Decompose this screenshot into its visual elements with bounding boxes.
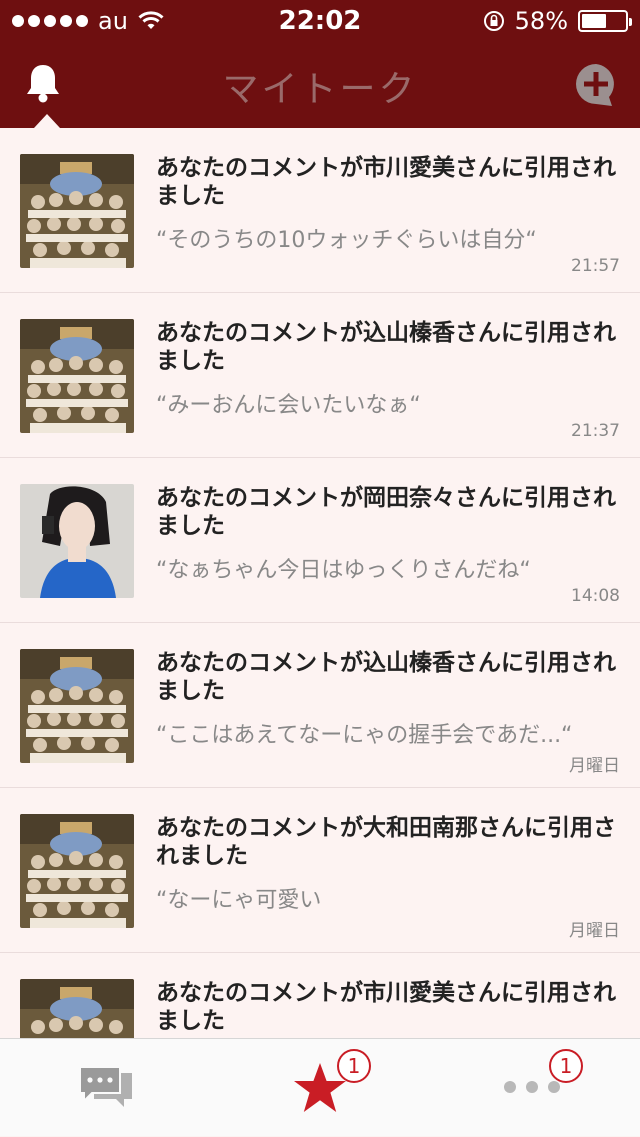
more-dots-icon <box>504 1081 560 1093</box>
notification-time: 月曜日 <box>569 756 620 776</box>
group-photo-thumbnail <box>20 154 134 268</box>
portrait-photo-thumbnail <box>20 484 134 598</box>
notification-time: 21:57 <box>571 256 620 276</box>
notification-list[interactable]: あなたのコメントが市川愛美さんに引用されました “そのうちの10ウォッチぐらいは… <box>0 128 640 1038</box>
header-bar: au 22:02 58% マイトーク <box>0 0 640 128</box>
notification-time: 21:37 <box>571 421 620 441</box>
tab-mytalk[interactable]: 1 <box>213 1039 426 1137</box>
notification-title: あなたのコメントが込山榛香さんに引用されました <box>156 650 616 704</box>
notification-time: 月曜日 <box>569 921 620 941</box>
group-photo-thumbnail <box>20 319 134 433</box>
status-bar: au 22:02 58% <box>0 0 640 40</box>
notification-quote: “なぁちゃん今日はゆっくりさんだね“ <box>156 558 531 583</box>
battery-percent: 58% <box>514 7 568 35</box>
list-item[interactable]: あなたのコメントが岡田奈々さんに引用されました “なぁちゃん今日はゆっくりさんだ… <box>0 458 640 623</box>
list-item[interactable]: あなたのコメントが市川愛美さんに引用されました <box>0 953 640 1038</box>
chat-bubbles-icon <box>79 1066 132 1107</box>
list-item[interactable]: あなたのコメントが込山榛香さんに引用されました “ここはあえてなーにゃの握手会で… <box>0 623 640 788</box>
group-photo-thumbnail <box>20 814 134 928</box>
battery-icon <box>578 10 632 32</box>
notification-time: 14:08 <box>571 586 620 606</box>
add-comment-icon[interactable] <box>574 62 618 106</box>
active-indicator <box>34 114 60 128</box>
notification-title: あなたのコメントが市川愛美さんに引用されました <box>156 155 616 209</box>
tab-talk[interactable] <box>0 1039 213 1137</box>
group-photo-thumbnail <box>20 979 134 1038</box>
status-right: 58% <box>483 7 632 35</box>
notification-title: あなたのコメントが岡田奈々さんに引用されました <box>156 485 616 539</box>
rotation-lock-icon <box>483 11 504 31</box>
notification-title: あなたのコメントが大和田南那さんに引用されました <box>156 815 616 869</box>
notification-quote: “そのうちの10ウォッチぐらいは自分“ <box>156 228 537 253</box>
list-item[interactable]: あなたのコメントが市川愛美さんに引用されました “そのうちの10ウォッチぐらいは… <box>0 128 640 293</box>
list-item[interactable]: あなたのコメントが大和田南那さんに引用されました “なーにゃ可愛い 月曜日 <box>0 788 640 953</box>
notification-quote: “なーにゃ可愛い <box>156 888 322 913</box>
page-title: マイトーク <box>222 69 418 110</box>
notification-title: あなたのコメントが市川愛美さんに引用されました <box>156 980 616 1034</box>
notification-quote: “ここはあえてなーにゃの握手会であだ...“ <box>156 723 573 748</box>
tab-more[interactable]: 1 <box>426 1039 639 1137</box>
tab-bar: 1 1 <box>0 1038 640 1136</box>
group-photo-thumbnail <box>20 649 134 763</box>
notification-title: あなたのコメントが込山榛香さんに引用されました <box>156 320 616 374</box>
notification-badge: 1 <box>549 1049 583 1083</box>
notification-quote: “みーおんに会いたいなぁ“ <box>156 393 421 418</box>
list-item[interactable]: あなたのコメントが込山榛香さんに引用されました “みーおんに会いたいなぁ“ 21… <box>0 293 640 458</box>
notification-badge: 1 <box>337 1049 371 1083</box>
